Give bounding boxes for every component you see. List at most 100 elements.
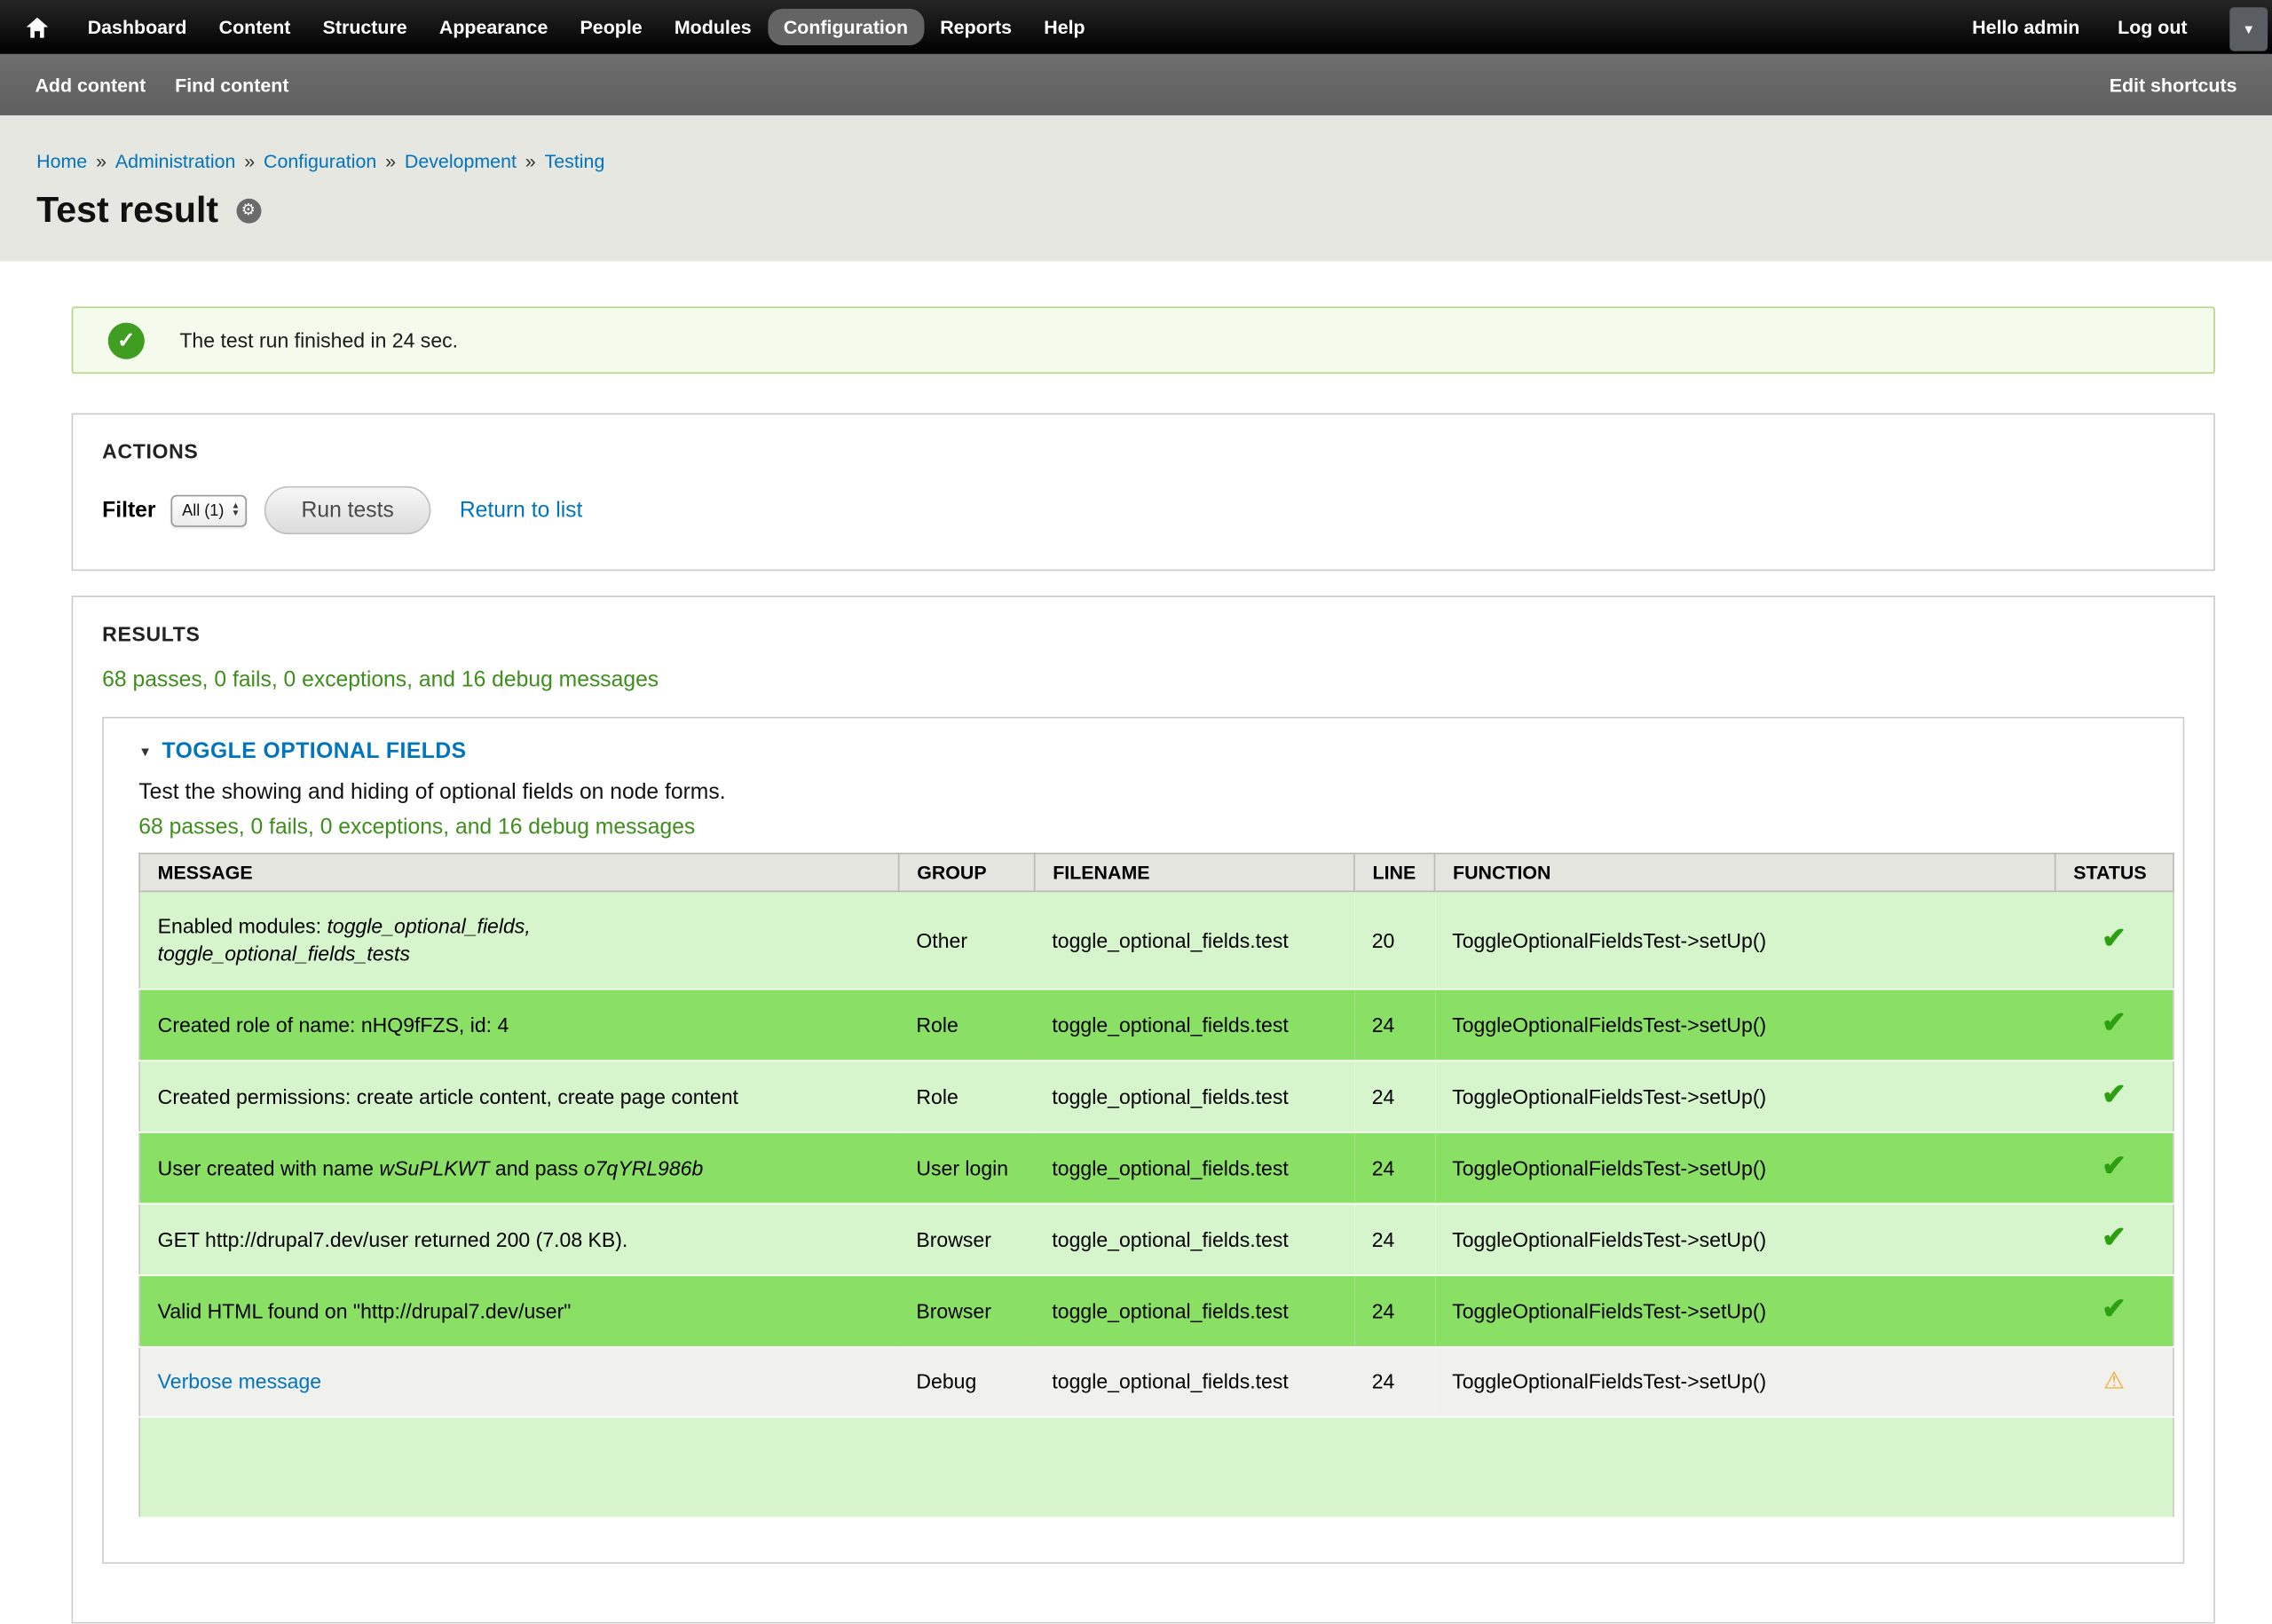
table-row: Created permissions: create article cont… [139,1060,2173,1132]
table-row: Enabled modules: toggle_optional_fields,… [139,891,2173,989]
breadcrumb-link-testing[interactable]: Testing [545,150,605,172]
select-arrows-icon: ▲▼ [232,503,241,517]
greeting-prefix: Hello [1972,16,2024,38]
shortcut-item-add-content[interactable]: Add content [35,74,146,96]
username: admin [2024,16,2079,38]
message-cell: Created permissions: create article cont… [139,1060,899,1132]
breadcrumb-separator: » [525,150,536,172]
results-table-body: Enabled modules: toggle_optional_fields,… [139,891,2173,1518]
status-cell: ✔ [2055,1275,2173,1347]
page-title-text: Test result [36,190,218,233]
toolbar-user-links: Hello admin Log out [1972,16,2187,38]
pass-check-icon: ✔ [2102,1150,2126,1182]
group-title-link[interactable]: TOGGLE OPTIONAL FIELDS [162,738,466,763]
breadcrumb-link-configuration[interactable]: Configuration [264,150,376,172]
return-to-list-link[interactable]: Return to list [460,498,583,523]
line-cell: 24 [1354,989,1434,1061]
column-header-filename: FILENAME [1035,854,1354,892]
status-cell: ✔ [2055,989,2173,1061]
contextual-gear-icon[interactable]: ⚙ [236,199,261,224]
pass-check-icon: ✔ [2102,1294,2126,1326]
actions-legend: ACTIONS [102,439,2184,462]
home-icon[interactable] [14,17,59,37]
table-row: Verbose messageDebugtoggle_optional_fiel… [139,1347,2173,1417]
shortcut-bar: Add content Find content Edit shortcuts [0,54,2272,115]
table-row: Valid HTML found on "http://drupal7.dev/… [139,1275,2173,1347]
results-table-head-row: MESSAGEGROUPFILENAMELINEFUNCTIONSTATUS [139,854,2173,892]
message-cell: Verbose message [139,1347,899,1417]
function-cell: ToggleOptionalFieldsTest->setUp() [1434,1204,2055,1276]
results-legend: RESULTS [102,622,2184,645]
toolbar-toggle-button[interactable]: ▼ [2229,7,2268,51]
toolbar-item-help[interactable]: Help [1028,9,1101,45]
page-title: Test result ⚙ [36,190,2236,233]
group-cell: User login [899,1132,1035,1204]
table-row: GET http://drupal7.dev/user returned 200… [139,1204,2173,1276]
actions-fieldset: ACTIONS Filter All (1) ▲▼ Run tests Retu… [72,414,2215,572]
filter-select[interactable]: All (1) ▲▼ [170,494,248,526]
breadcrumb-link-home[interactable]: Home [36,150,87,172]
message-cell: User created with name wSuPLKWT and pass… [139,1132,899,1204]
toolbar-item-modules[interactable]: Modules [659,9,768,45]
actions-row: Filter All (1) ▲▼ Run tests Return to li… [102,486,2184,534]
run-tests-button[interactable]: Run tests [264,486,430,534]
toolbar-item-configuration[interactable]: Configuration [768,9,924,45]
chevron-down-icon: ▼ [2242,22,2255,36]
toolbar-item-structure[interactable]: Structure [307,9,423,45]
status-message-text: The test run finished in 24 sec. [179,328,458,351]
filename-cell: toggle_optional_fields.test [1035,1275,1354,1347]
pass-check-icon: ✔ [2102,1222,2126,1254]
group-legend: ▼ TOGGLE OPTIONAL FIELDS [138,738,2148,763]
shortcut-item-find-content[interactable]: Find content [175,74,288,96]
breadcrumb: Home » Administration » Configuration » Develo… [36,150,2236,172]
results-summary: 68 passes, 0 fails, 0 exceptions, and 16… [102,667,2184,692]
status-cell: ✔ [2055,891,2173,989]
toolbar-item-dashboard[interactable]: Dashboard [72,9,203,45]
toolbar-item-content[interactable]: Content [203,9,307,45]
greeting: Hello admin [1972,16,2079,38]
success-check-icon: ✓ [108,322,145,359]
toolbar-item-appearance[interactable]: Appearance [423,9,564,45]
column-header-group: GROUP [899,854,1035,892]
home-icon-glyph [27,17,49,37]
function-cell: ToggleOptionalFieldsTest->setUp() [1434,1275,2055,1347]
filename-cell: toggle_optional_fields.test [1035,1347,1354,1417]
group-cell: Role [899,1060,1035,1132]
filename-cell: toggle_optional_fields.test [1035,1060,1354,1132]
table-row-partial [139,1417,2173,1518]
breadcrumb-separator: » [96,150,106,172]
column-header-function: FUNCTION [1434,854,2055,892]
function-cell: ToggleOptionalFieldsTest->setUp() [1434,1132,2055,1204]
breadcrumb-link-development[interactable]: Development [405,150,517,172]
results-table: MESSAGEGROUPFILENAMELINEFUNCTIONSTATUS E… [138,853,2173,1518]
breadcrumb-separator: » [244,150,255,172]
table-row: User created with name wSuPLKWT and pass… [139,1132,2173,1204]
page-header: Home » Administration » Configuration » Develo… [0,115,2272,262]
line-cell: 24 [1354,1204,1434,1276]
toolbar-item-people[interactable]: People [564,9,658,45]
content-area: ✓ The test run finished in 24 sec. ACTIO… [0,307,2272,1624]
collapse-arrow-icon: ▼ [138,744,152,758]
function-cell: ToggleOptionalFieldsTest->setUp() [1434,891,2055,989]
table-row: Created role of name: nHQ9fFZS, id: 4Rol… [139,989,2173,1061]
group-cell: Role [899,989,1035,1061]
column-header-status: STATUS [2055,854,2173,892]
edit-shortcuts-link[interactable]: Edit shortcuts [2110,74,2237,96]
breadcrumb-separator: » [385,150,396,172]
filename-cell: toggle_optional_fields.test [1035,1204,1354,1276]
status-cell: ✔ [2055,1060,2173,1132]
shortcut-menu: Add content Find content [35,74,288,96]
group-cell: Other [899,891,1035,989]
message-cell: Valid HTML found on "http://drupal7.dev/… [139,1275,899,1347]
verbose-message-link[interactable]: Verbose message [158,1369,321,1392]
group-summary: 68 passes, 0 fails, 0 exceptions, and 16… [138,815,2148,840]
group-cell: Browser [899,1204,1035,1276]
filename-cell: toggle_optional_fields.test [1035,989,1354,1061]
logout-link[interactable]: Log out [2118,16,2187,38]
pass-check-icon: ✔ [2102,1007,2126,1039]
line-cell: 24 [1354,1060,1434,1132]
line-cell: 24 [1354,1132,1434,1204]
filter-select-value: All (1) [182,501,224,519]
toolbar-item-reports[interactable]: Reports [924,9,1028,45]
breadcrumb-link-administration[interactable]: Administration [115,150,236,172]
